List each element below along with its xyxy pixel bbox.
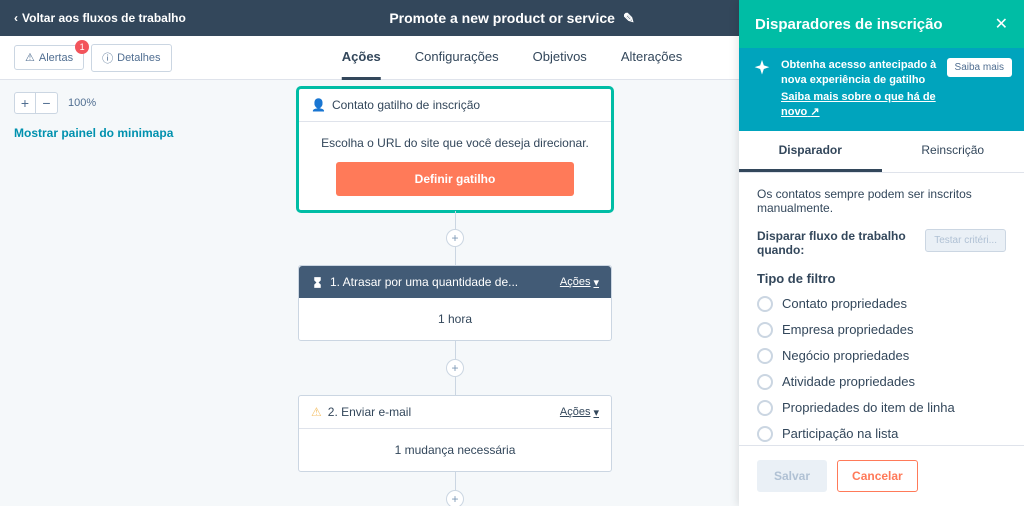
filter-option[interactable]: Contato propriedades	[757, 296, 1006, 312]
info-icon: ⓘ	[102, 50, 113, 66]
email-actions-link[interactable]: Ações▾	[560, 406, 599, 419]
zoom-in-button[interactable]: +	[14, 92, 36, 114]
connector	[455, 341, 456, 359]
radio-icon	[757, 296, 773, 312]
delay-card[interactable]: 1. Atrasar por uma quantidade de... Açõe…	[298, 265, 612, 341]
external-link-icon: ↗	[810, 106, 819, 118]
tab-config[interactable]: Configurações	[415, 36, 499, 80]
warning-icon: ⚠	[25, 51, 35, 64]
cancel-button[interactable]: Cancelar	[837, 460, 918, 492]
sparkle-icon	[751, 58, 773, 80]
delay-actions-link[interactable]: Ações▾	[560, 276, 599, 289]
edit-title-icon[interactable]: ✎	[623, 10, 635, 27]
panel-tab-disparador[interactable]: Disparador	[739, 131, 882, 172]
alerts-label: Alertas	[39, 52, 73, 64]
radio-icon	[757, 400, 773, 416]
minimap-toggle[interactable]: Mostrar painel do minimapa	[14, 126, 173, 140]
filter-label: Negócio propriedades	[782, 348, 909, 363]
filter-label: Empresa propriedades	[782, 322, 914, 337]
trigger-card[interactable]: 👤 Contato gatilho de inscrição Escolha o…	[298, 88, 612, 211]
email-card-head: ⚠ 2. Enviar e-mail Ações▾	[299, 396, 611, 429]
zoom-out-button[interactable]: −	[36, 92, 58, 114]
filter-option[interactable]: Atividade propriedades	[757, 374, 1006, 390]
trigger-body-text: Escolha o URL do site que você deseja di…	[317, 136, 593, 150]
filter-option[interactable]: Participação na lista	[757, 426, 1006, 442]
close-icon[interactable]: ✕	[995, 14, 1008, 34]
details-label: Detalhes	[117, 52, 160, 64]
test-criteria-button[interactable]: Testar critéri...	[925, 229, 1006, 252]
connector	[455, 211, 456, 229]
filter-option[interactable]: Propriedades do item de linha	[757, 400, 1006, 416]
radio-icon	[757, 348, 773, 364]
trigger-when-label: Disparar fluxo de trabalho quando:	[757, 229, 907, 257]
add-step-button[interactable]: +	[446, 490, 464, 506]
chevron-left-icon: ‹	[14, 11, 18, 25]
chevron-down-icon: ▾	[593, 406, 599, 419]
email-head-label: 2. Enviar e-mail	[328, 405, 411, 419]
save-button: Salvar	[757, 460, 827, 492]
tab-alteracoes[interactable]: Alterações	[621, 36, 682, 80]
zoom-percent: 100%	[68, 97, 96, 109]
define-trigger-button[interactable]: Definir gatilho	[336, 162, 573, 196]
filter-label: Contato propriedades	[782, 296, 907, 311]
person-icon: 👤	[311, 98, 326, 112]
add-step-button[interactable]: +	[446, 229, 464, 247]
radio-icon	[757, 322, 773, 338]
back-link[interactable]: ‹ Voltar aos fluxos de trabalho	[14, 11, 186, 25]
promo-button[interactable]: Saiba mais	[947, 58, 1012, 77]
filter-type-heading: Tipo de filtro	[757, 271, 1006, 286]
side-panel: Disparadores de inscrição ✕ Obtenha aces…	[739, 0, 1024, 506]
filter-label: Atividade propriedades	[782, 374, 915, 389]
trigger-card-head: 👤 Contato gatilho de inscrição	[299, 89, 611, 122]
alerts-button[interactable]: ⚠ Alertas 1	[14, 45, 84, 70]
panel-info-text: Os contatos sempre podem ser inscritos m…	[757, 187, 1006, 215]
trigger-head-label: Contato gatilho de inscrição	[332, 98, 480, 112]
email-body: 1 mudança necessária	[299, 429, 611, 471]
promo-headline: Obtenha acesso antecipado à nova experiê…	[781, 59, 936, 86]
hourglass-icon	[311, 276, 324, 289]
connector	[455, 377, 456, 395]
filter-label: Propriedades do item de linha	[782, 400, 955, 415]
filter-option[interactable]: Empresa propriedades	[757, 322, 1006, 338]
page-title: Promote a new product or service	[389, 10, 615, 26]
back-label: Voltar aos fluxos de trabalho	[22, 11, 186, 25]
radio-icon	[757, 426, 773, 442]
filter-option[interactable]: Negócio propriedades	[757, 348, 1006, 364]
email-card[interactable]: ⚠ 2. Enviar e-mail Ações▾ 1 mudança neces…	[298, 395, 612, 472]
tab-acoes[interactable]: Ações	[342, 36, 381, 80]
delay-body: 1 hora	[299, 298, 611, 340]
filter-label: Participação na lista	[782, 426, 898, 441]
panel-title: Disparadores de inscrição	[755, 16, 943, 33]
promo-link[interactable]: Saiba mais sobre o que há de novo ↗	[781, 90, 939, 121]
connector	[455, 472, 456, 490]
details-button[interactable]: ⓘ Detalhes	[91, 44, 171, 72]
panel-tab-reinscricao[interactable]: Reinscrição	[882, 131, 1024, 172]
tab-objetivos[interactable]: Objetivos	[533, 36, 587, 80]
warning-icon: ⚠	[311, 405, 322, 419]
delay-card-head: 1. Atrasar por uma quantidade de... Açõe…	[299, 266, 611, 298]
chevron-down-icon: ▾	[593, 276, 599, 289]
promo-banner: Obtenha acesso antecipado à nova experiê…	[739, 48, 1024, 131]
alerts-badge: 1	[75, 40, 89, 54]
connector	[455, 247, 456, 265]
radio-icon	[757, 374, 773, 390]
delay-head-label: 1. Atrasar por uma quantidade de...	[330, 275, 518, 289]
add-step-button[interactable]: +	[446, 359, 464, 377]
